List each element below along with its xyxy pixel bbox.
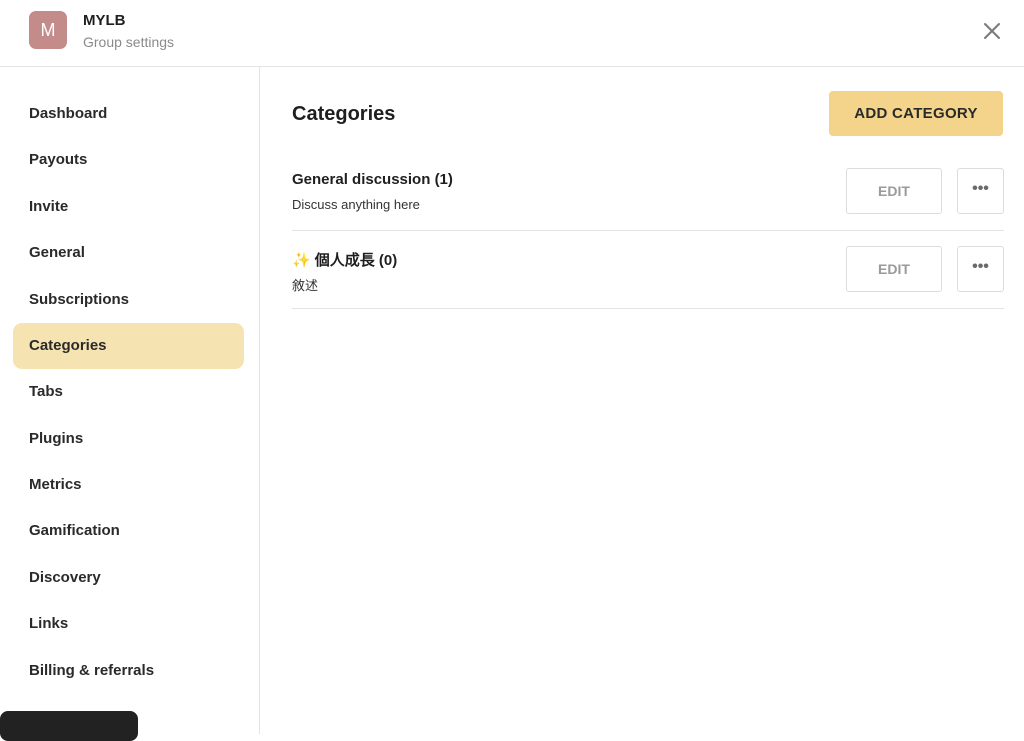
edit-button[interactable]: EDIT (846, 168, 942, 214)
sidebar-item-invite[interactable]: Invite (13, 184, 244, 230)
category-count: (0) (378, 252, 398, 269)
page-title: Categories (292, 103, 396, 125)
sidebar-item-discovery[interactable]: Discovery (13, 555, 244, 601)
settings-sidebar: Dashboard Payouts Invite General Subscri… (0, 67, 260, 734)
category-name: 個人成長 (314, 252, 375, 269)
sparkles-icon: ✨ (292, 252, 311, 269)
sidebar-item-plugins[interactable]: Plugins (13, 416, 244, 462)
category-row: General discussion (1) Discuss anything … (292, 153, 1004, 231)
category-title[interactable]: General discussion (1) (292, 171, 453, 188)
sidebar-item-subscriptions[interactable]: Subscriptions (13, 277, 244, 323)
group-avatar: M (29, 11, 67, 49)
category-row: ✨ 個人成長 (0) 敘述 EDIT ••• (292, 231, 1004, 309)
settings-header: M MYLB Group settings (0, 0, 1024, 67)
category-name: General discussion (292, 171, 431, 188)
group-settings-subtitle: Group settings (83, 34, 175, 50)
sidebar-item-general[interactable]: General (13, 230, 244, 276)
sidebar-item-payouts[interactable]: Payouts (13, 137, 244, 183)
edit-button[interactable]: EDIT (846, 246, 942, 292)
category-title[interactable]: ✨ 個人成長 (0) (292, 249, 397, 270)
sidebar-item-metrics[interactable]: Metrics (13, 462, 244, 508)
close-icon[interactable] (980, 19, 1004, 43)
sidebar-item-billing-referrals[interactable]: Billing & referrals (13, 648, 244, 694)
category-count: (1) (434, 171, 453, 188)
group-name: MYLB (83, 12, 126, 29)
sidebar-item-tabs[interactable]: Tabs (13, 369, 244, 415)
sidebar-item-gamification[interactable]: Gamification (13, 508, 244, 554)
more-icon[interactable]: ••• (957, 246, 1004, 292)
category-description: Discuss anything here (292, 197, 420, 212)
add-category-button[interactable]: ADD CATEGORY (829, 91, 1003, 136)
more-icon[interactable]: ••• (957, 168, 1004, 214)
sidebar-item-categories[interactable]: Categories (13, 323, 244, 369)
categories-panel: Categories ADD CATEGORY General discussi… (261, 67, 1024, 734)
sidebar-item-links[interactable]: Links (13, 601, 244, 647)
category-description: 敘述 (292, 278, 319, 293)
sidebar-item-dashboard[interactable]: Dashboard (13, 91, 244, 137)
bottom-toast[interactable] (0, 711, 138, 741)
